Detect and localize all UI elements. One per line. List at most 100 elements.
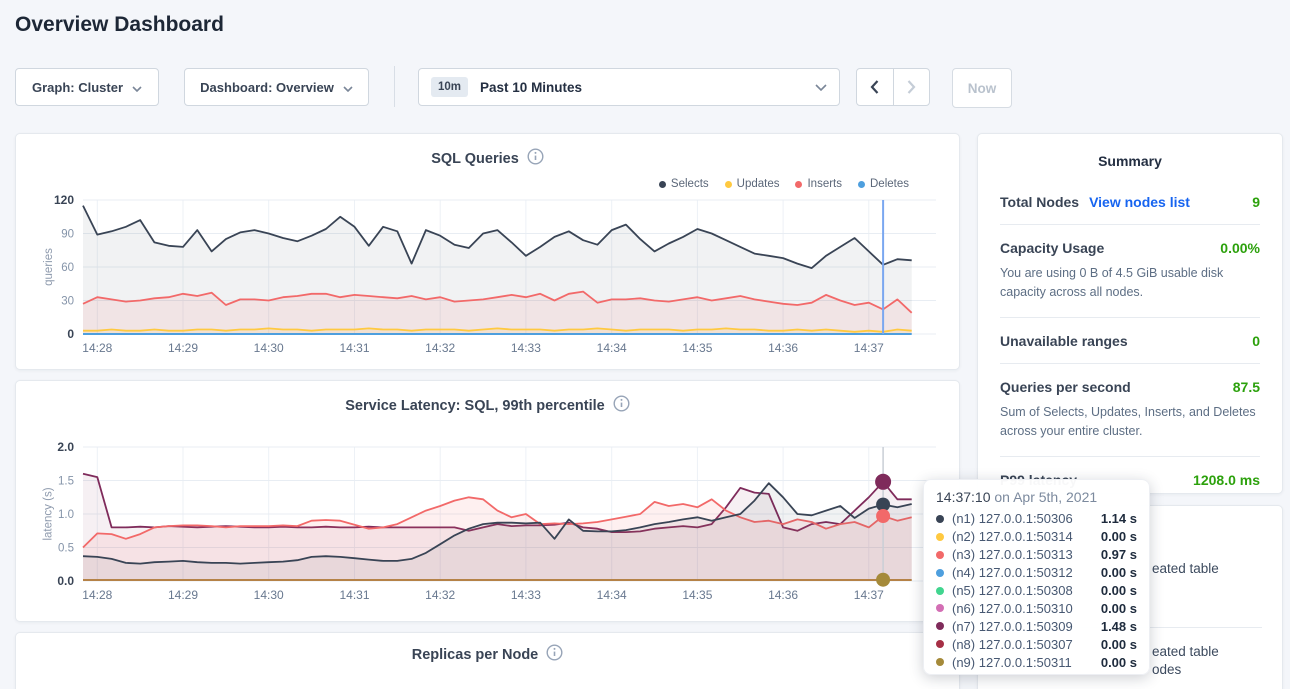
dashboard-dropdown-label: Dashboard: Overview — [200, 80, 334, 95]
replicas-per-node-card: Replicas per Node — [15, 632, 960, 689]
legend-item-updates[interactable]: Updates — [725, 178, 780, 190]
svg-text:120: 120 — [54, 193, 74, 207]
prev-time-button[interactable] — [857, 69, 894, 105]
series-dot-icon — [936, 551, 944, 559]
svg-text:14:36: 14:36 — [768, 341, 798, 355]
chevron-down-icon — [132, 80, 142, 95]
legend-item-inserts[interactable]: Inserts — [795, 178, 842, 190]
svg-text:30: 30 — [61, 296, 74, 308]
summary-title: Summary — [978, 134, 1282, 169]
svg-text:0: 0 — [67, 327, 74, 341]
svg-text:14:32: 14:32 — [425, 341, 455, 355]
queries-per-second-label: Queries per second — [1000, 379, 1131, 395]
sql-queries-card: SQL Queries SelectsUpdatesInsertsDeletes… — [15, 133, 960, 370]
tooltip-row: (n6) 127.0.0.1:503100.00 s — [936, 599, 1137, 617]
service-latency-card: Service Latency: SQL, 99th percentile la… — [15, 380, 960, 622]
sql-queries-chart[interactable]: 14:28 14:29 14:30 14:31 14:32 14:33 14:34 14:35… — [16, 134, 961, 371]
total-nodes-value: 9 — [1252, 194, 1260, 210]
svg-text:14:35: 14:35 — [682, 588, 712, 602]
legend-dot-icon — [795, 181, 802, 188]
tooltip-row: (n5) 127.0.0.1:503080.00 s — [936, 582, 1137, 600]
summary-panel: Summary Total Nodes View nodes list 9 Ca… — [977, 133, 1283, 494]
svg-text:14:29: 14:29 — [168, 341, 198, 355]
series-dot-icon — [936, 658, 944, 666]
dashboard-dropdown[interactable]: Dashboard: Overview — [184, 68, 369, 106]
series-dot-icon — [936, 533, 944, 541]
time-range-selector[interactable]: 10m Past 10 Minutes — [418, 68, 840, 106]
svg-text:14:34: 14:34 — [597, 588, 627, 602]
unavailable-ranges-label: Unavailable ranges — [1000, 333, 1128, 349]
event-text-fragment: odes — [1152, 662, 1181, 677]
tooltip-row: (n2) 127.0.0.1:503140.00 s — [936, 528, 1137, 546]
legend-item-deletes[interactable]: Deletes — [858, 178, 909, 190]
time-range-badge: 10m — [431, 77, 468, 97]
svg-text:0.0: 0.0 — [57, 574, 74, 588]
p99-latency-value: 1208.0 ms — [1193, 472, 1260, 488]
svg-text:0.5: 0.5 — [58, 543, 74, 555]
sql-chart-legend: Selects Updates Inserts Deletes — [659, 178, 909, 190]
chevron-right-icon — [907, 80, 916, 94]
series-dot-icon — [936, 622, 944, 630]
chart-hover-tooltip: 14:37:10 on Apr 5th, 2021 (n1) 127.0.0.1… — [923, 479, 1150, 675]
tooltip-row: (n8) 127.0.0.1:503070.00 s — [936, 635, 1137, 653]
summary-row-unavailable: Unavailable ranges 0 — [1000, 317, 1260, 363]
svg-text:14:31: 14:31 — [339, 588, 369, 602]
svg-text:14:33: 14:33 — [511, 588, 541, 602]
next-time-button[interactable] — [894, 69, 930, 105]
svg-text:14:30: 14:30 — [254, 588, 284, 602]
series-dot-icon — [936, 587, 944, 595]
event-text-fragment: eated table — [1152, 644, 1219, 659]
svg-text:14:29: 14:29 — [168, 588, 198, 602]
now-button[interactable]: Now — [952, 68, 1012, 108]
legend-dot-icon — [858, 181, 865, 188]
page-title: Overview Dashboard — [15, 13, 224, 37]
svg-text:1.0: 1.0 — [58, 509, 74, 521]
overview-dashboard-page: Overview Dashboard Graph: Cluster Dashbo… — [0, 0, 1290, 689]
svg-text:90: 90 — [61, 229, 74, 241]
svg-text:14:28: 14:28 — [82, 341, 112, 355]
capacity-usage-value: 0.00% — [1220, 240, 1260, 256]
summary-row-qps: Queries per second 87.5 Sum of Selects, … — [1000, 363, 1260, 456]
summary-row-capacity: Capacity Usage 0.00% You are using 0 B o… — [1000, 224, 1260, 317]
chart-title: Replicas per Node — [412, 647, 539, 663]
series-dot-icon — [936, 640, 944, 648]
toolbar-divider — [394, 66, 395, 107]
svg-text:14:37: 14:37 — [854, 588, 884, 602]
info-icon[interactable] — [546, 644, 563, 666]
time-range-label: Past 10 Minutes — [480, 80, 815, 95]
service-latency-chart[interactable]: 14:28 14:29 14:30 14:31 14:32 14:33 14:34 14:35… — [16, 381, 961, 623]
graph-dropdown[interactable]: Graph: Cluster — [15, 68, 159, 106]
tooltip-row: (n7) 127.0.0.1:503091.48 s — [936, 617, 1137, 635]
chevron-down-icon — [343, 80, 353, 95]
chevron-left-icon — [870, 80, 879, 94]
series-dot-icon — [936, 569, 944, 577]
series-dot-icon — [936, 604, 944, 612]
event-text-fragment: eated table — [1152, 561, 1219, 576]
svg-text:14:30: 14:30 — [254, 341, 284, 355]
legend-dot-icon — [659, 181, 666, 188]
svg-text:14:37: 14:37 — [854, 341, 884, 355]
legend-item-selects[interactable]: Selects — [659, 178, 709, 190]
view-nodes-list-link[interactable]: View nodes list — [1089, 194, 1190, 210]
tooltip-timestamp: 14:37:10 on Apr 5th, 2021 — [936, 489, 1137, 505]
svg-text:14:35: 14:35 — [682, 341, 712, 355]
tooltip-row: (n3) 127.0.0.1:503130.97 s — [936, 546, 1137, 564]
svg-text:1.5: 1.5 — [58, 476, 74, 488]
queries-per-second-desc: Sum of Selects, Updates, Inserts, and De… — [1000, 403, 1260, 442]
time-nav-group — [856, 68, 930, 106]
svg-text:14:28: 14:28 — [82, 588, 112, 602]
summary-row-total-nodes: Total Nodes View nodes list 9 — [1000, 179, 1260, 224]
capacity-usage-label: Capacity Usage — [1000, 240, 1104, 256]
capacity-usage-desc: You are using 0 B of 4.5 GiB usable disk… — [1000, 264, 1260, 303]
queries-per-second-value: 87.5 — [1233, 379, 1260, 395]
tooltip-row: (n4) 127.0.0.1:503120.00 s — [936, 564, 1137, 582]
svg-text:14:34: 14:34 — [597, 341, 627, 355]
tooltip-row: (n9) 127.0.0.1:503110.00 s — [936, 653, 1137, 671]
svg-text:14:36: 14:36 — [768, 588, 798, 602]
svg-text:14:31: 14:31 — [339, 341, 369, 355]
tooltip-rows: (n1) 127.0.0.1:503061.14 s(n2) 127.0.0.1… — [936, 510, 1137, 671]
svg-text:14:32: 14:32 — [425, 588, 455, 602]
svg-text:60: 60 — [61, 262, 74, 274]
legend-dot-icon — [725, 181, 732, 188]
svg-text:14:33: 14:33 — [511, 341, 541, 355]
